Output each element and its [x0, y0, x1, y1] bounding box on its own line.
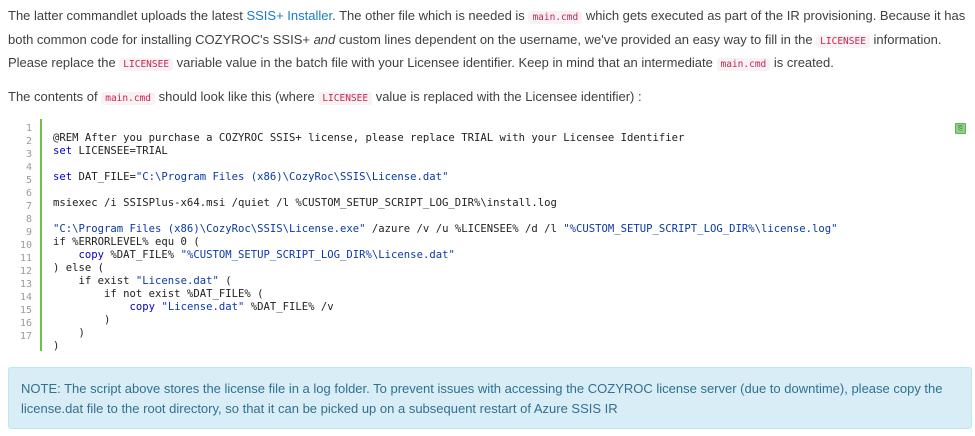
intro-text: should look like this (where: [155, 89, 319, 104]
code-line: if not exist %DAT_FILE% (: [53, 288, 264, 300]
line-number: 6: [25, 188, 32, 199]
line-number: 1: [25, 123, 32, 134]
line-number: 11: [19, 253, 32, 264]
code-line: msiexec /i SSISPlus-x64.msi /quiet /l %C…: [53, 197, 557, 209]
line-number: 15: [19, 305, 32, 316]
copy-icon[interactable]: ⎘: [955, 123, 966, 134]
code-line: ) else (: [53, 262, 105, 274]
line-number: 3: [25, 149, 32, 160]
code-line: if exist "License.dat" (: [53, 275, 232, 287]
line-number: 13: [19, 279, 32, 290]
intro-paragraph: The latter commandlet uploads the latest…: [8, 5, 970, 76]
intro-text: variable value in the batch file with yo…: [173, 55, 717, 70]
code-line: set DAT_FILE="C:\Program Files (x86)\Coz…: [53, 171, 449, 183]
code-line: @REM After you purchase a COZYROC SSIS+ …: [53, 132, 685, 144]
code-line: if %ERRORLEVEL% equ 0 (: [53, 236, 200, 248]
line-number: 8: [25, 214, 32, 225]
note-text: NOTE: The script above stores the licens…: [21, 381, 943, 416]
code-line: "C:\Program Files (x86)\CozyRoc\SSIS\Lic…: [53, 223, 838, 235]
line-number: 7: [25, 201, 32, 212]
line-number: 14: [19, 292, 32, 303]
note-callout: NOTE: The script above stores the licens…: [8, 367, 972, 429]
code-content[interactable]: @REM After you purchase a COZYROC SSIS+ …: [53, 132, 970, 353]
line-number: 2: [25, 136, 32, 147]
line-number: 12: [19, 266, 32, 277]
inline-code-licensee: LICENSEE: [816, 34, 870, 48]
contents-paragraph: The contents of main.cmd should look lik…: [8, 86, 970, 110]
intro-text: The contents of: [8, 89, 102, 104]
intro-text: custom lines dependent on the username, …: [335, 31, 817, 47]
line-number: 16: [19, 318, 32, 329]
code-line: set LICENSEE=TRIAL: [53, 145, 168, 157]
intro-text: The latter commandlet uploads the latest: [8, 8, 247, 23]
code-line: copy %DAT_FILE% "%CUSTOM_SETUP_SCRIPT_LO…: [78, 249, 455, 261]
intro-text: is created.: [770, 55, 834, 70]
code-line: ): [53, 327, 85, 339]
inline-code-main-cmd: main.cmd: [716, 58, 771, 71]
inline-code-main-cmd: main.cmd: [101, 92, 155, 105]
intro-text: . The other file which is needed is: [332, 8, 529, 23]
code-line: copy "License.dat" %DAT_FILE% /v: [129, 301, 334, 313]
line-number: 10: [19, 240, 32, 251]
line-number-gutter: 1 2 3 4 5 6 7 8 9 10 11 12 13 14 15 16 17: [8, 119, 42, 351]
line-number: 4: [25, 162, 32, 173]
line-number: 5: [25, 175, 32, 186]
code-line: ): [53, 340, 60, 352]
code-block: 1 2 3 4 5 6 7 8 9 10 11 12 13 14 15 16 17 @REM After you…: [8, 119, 970, 359]
code-line: ): [53, 314, 111, 326]
inline-code-main-cmd: main.cmd: [528, 11, 583, 24]
inline-code-licensee: LICENSEE: [119, 58, 174, 71]
emphasis-and: and: [313, 31, 336, 47]
line-number: 9: [25, 227, 32, 238]
ssis-installer-link[interactable]: SSIS+ Installer: [246, 8, 332, 23]
inline-code-licensee: LICENSEE: [318, 92, 373, 105]
intro-text: value is replaced with the Licensee iden…: [372, 89, 642, 104]
line-number: 17: [19, 331, 32, 342]
